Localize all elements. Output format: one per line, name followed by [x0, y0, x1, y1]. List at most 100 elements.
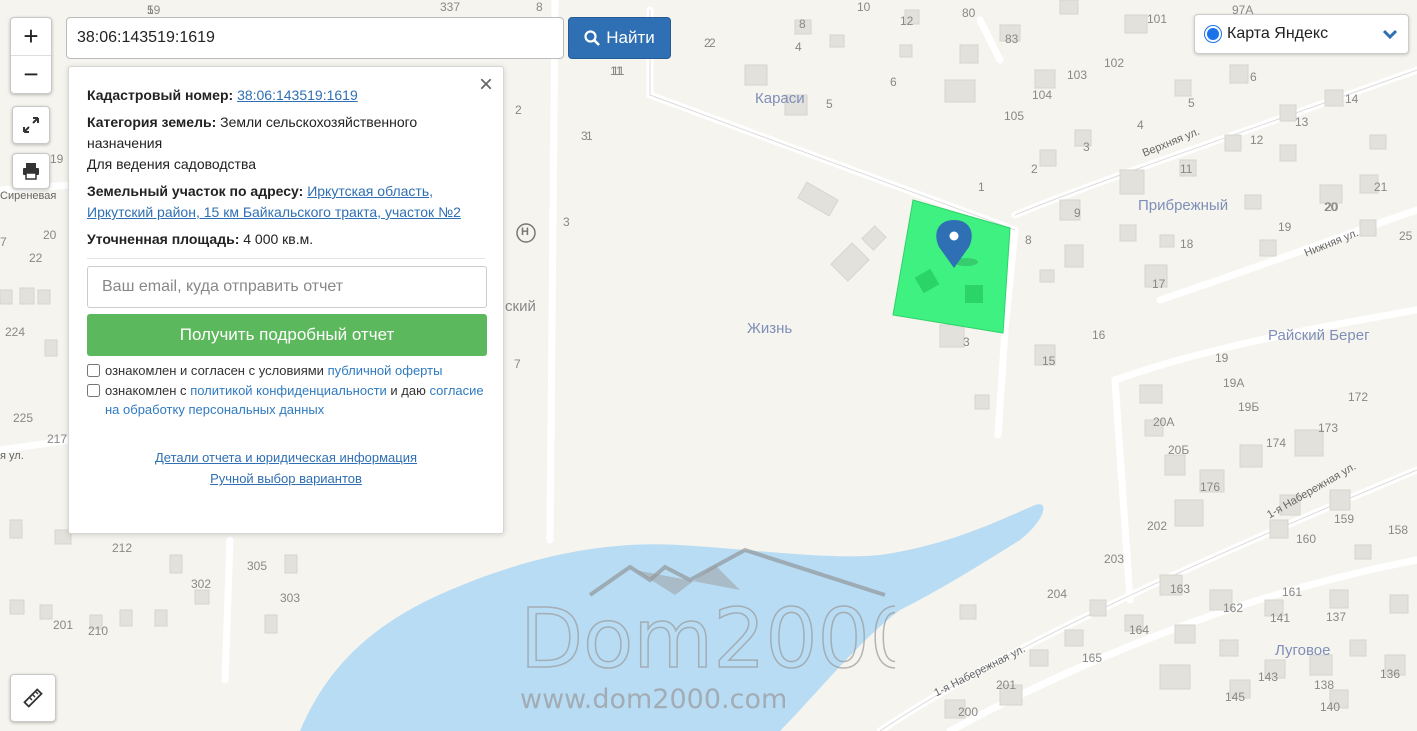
map-label-sky: ский: [505, 298, 536, 315]
house-number: 217: [47, 432, 68, 446]
house-number: 18: [1180, 237, 1194, 251]
house-number: 19: [1278, 220, 1292, 234]
house-number: 5: [826, 97, 833, 111]
public-offer-link[interactable]: публичной оферты: [328, 363, 443, 378]
house-number: 8: [799, 17, 806, 31]
house-number: 212: [112, 541, 133, 555]
house-number: 20Б: [1168, 443, 1190, 457]
search-icon: [584, 30, 601, 46]
cadastral-number-link[interactable]: 38:06:143519:1619: [237, 87, 358, 103]
house-number: 203: [1104, 552, 1125, 566]
close-panel-button[interactable]: ×: [479, 73, 493, 97]
privacy-policy-link[interactable]: политикой конфиденциальности: [190, 383, 387, 398]
house-number: 337: [440, 0, 461, 14]
map-label-pribrezhny: Прибрежный: [1138, 197, 1229, 214]
address-row: Земельный участок по адресу: Иркутская о…: [87, 181, 485, 223]
radio-selected-icon: [1205, 26, 1221, 42]
house-number: 12: [1250, 133, 1264, 147]
category-label: Категория земель:: [87, 114, 217, 130]
house-number: 202: [1147, 519, 1168, 533]
map-layer-select[interactable]: Карта Яндекс: [1194, 14, 1409, 54]
search-button[interactable]: Найти: [568, 17, 671, 59]
house-number: 204: [1047, 587, 1068, 601]
house-number: 143: [1258, 670, 1279, 684]
area-value: 4 000 кв.м.: [243, 231, 314, 247]
house-number: 9: [1074, 206, 1081, 220]
zoom-out-button[interactable]: −: [11, 55, 51, 93]
expand-icon: [23, 117, 39, 133]
email-input[interactable]: [87, 266, 487, 308]
house-number: 17: [1152, 277, 1166, 291]
house-number: 3: [581, 129, 588, 143]
zoom-in-button[interactable]: +: [11, 18, 51, 55]
house-number: 25: [1399, 229, 1413, 243]
house-number: 83: [1005, 32, 1019, 46]
house-number: 141: [1270, 611, 1291, 625]
cadastral-search-input[interactable]: [66, 17, 564, 59]
privacy-consent-checkbox[interactable]: [87, 384, 100, 397]
fullscreen-button[interactable]: [12, 106, 50, 144]
land-usage: Для ведения садоводства: [87, 156, 257, 172]
house-number: 210: [88, 624, 109, 638]
house-number: 105: [1004, 109, 1025, 123]
house-number: 22: [29, 251, 43, 265]
report-details-link[interactable]: Детали отчета и юридическая информация: [155, 450, 417, 465]
house-number: 137: [1326, 610, 1347, 624]
house-number: 103: [1067, 68, 1088, 82]
house-number: 136: [1380, 667, 1401, 681]
parcel-info-panel: × Кадастровый номер: 38:06:143519:1619 К…: [68, 66, 504, 534]
house-number: 8: [536, 0, 543, 14]
house-number: 16: [1092, 328, 1106, 342]
area-row: Уточненная площадь: 4 000 кв.м.: [87, 229, 485, 250]
area-label: Уточненная площадь:: [87, 231, 240, 247]
chevron-down-icon: [1382, 29, 1398, 39]
house-number: 173: [1318, 421, 1339, 435]
offer-consent: ознакомлен и согласен с условиями публич…: [87, 361, 485, 380]
ruler-button[interactable]: [10, 674, 56, 722]
house-number: 3: [563, 215, 570, 229]
house-number: 6: [890, 75, 897, 89]
manual-selection-link[interactable]: Ручной выбор вариантов: [210, 471, 362, 486]
house-number: 138: [1314, 678, 1335, 692]
privacy-consent-text: ознакомлен с: [105, 383, 187, 398]
house-number: 5: [1188, 96, 1195, 110]
house-number: 162: [1223, 601, 1244, 615]
get-report-button[interactable]: Получить подробный отчет: [87, 314, 487, 356]
house-number: 101: [1147, 12, 1168, 26]
map-label-zhizn: Жизнь: [747, 320, 793, 337]
house-number: 145: [1225, 690, 1246, 704]
map-label-lugovoe: Луговое: [1275, 642, 1331, 659]
house-number: 19А: [1223, 376, 1245, 390]
house-number: 2: [709, 36, 716, 50]
house-number: 201: [996, 678, 1017, 692]
house-number: 3: [963, 335, 970, 349]
house-number: 160: [1296, 532, 1317, 546]
house-number: 6: [1250, 70, 1257, 84]
panel-footer-links: Детали отчета и юридическая информация Р…: [87, 447, 485, 489]
house-number: 225: [13, 411, 34, 425]
house-number: 19: [50, 152, 64, 166]
house-number: 21: [1374, 180, 1388, 194]
house-number: 163: [1170, 582, 1191, 596]
printer-icon: [23, 163, 39, 180]
offer-consent-checkbox[interactable]: [87, 364, 100, 377]
house-number: 158: [1388, 523, 1409, 537]
house-number: 8: [1025, 233, 1032, 247]
offer-consent-text: ознакомлен и согласен с условиями: [105, 363, 324, 378]
house-number: 176: [1200, 480, 1221, 494]
house-number: 224: [5, 325, 26, 339]
map-layer-selected: Карта Яндекс: [1227, 25, 1329, 42]
print-button[interactable]: [12, 153, 50, 189]
house-number: 2: [515, 103, 522, 117]
house-number: 3: [1083, 140, 1090, 154]
zoom-control: + −: [10, 17, 52, 94]
house-number: 19Б: [1238, 400, 1260, 414]
house-number: 172: [1348, 390, 1369, 404]
house-number: 305: [247, 559, 268, 573]
category-row: Категория земель: Земли сельскохозяйстве…: [87, 112, 485, 175]
house-number: 15: [1042, 354, 1056, 368]
house-number: 174: [1266, 436, 1287, 450]
house-number: 200: [958, 705, 979, 719]
house-number: 165: [1082, 651, 1103, 665]
house-number: 12: [900, 14, 914, 28]
